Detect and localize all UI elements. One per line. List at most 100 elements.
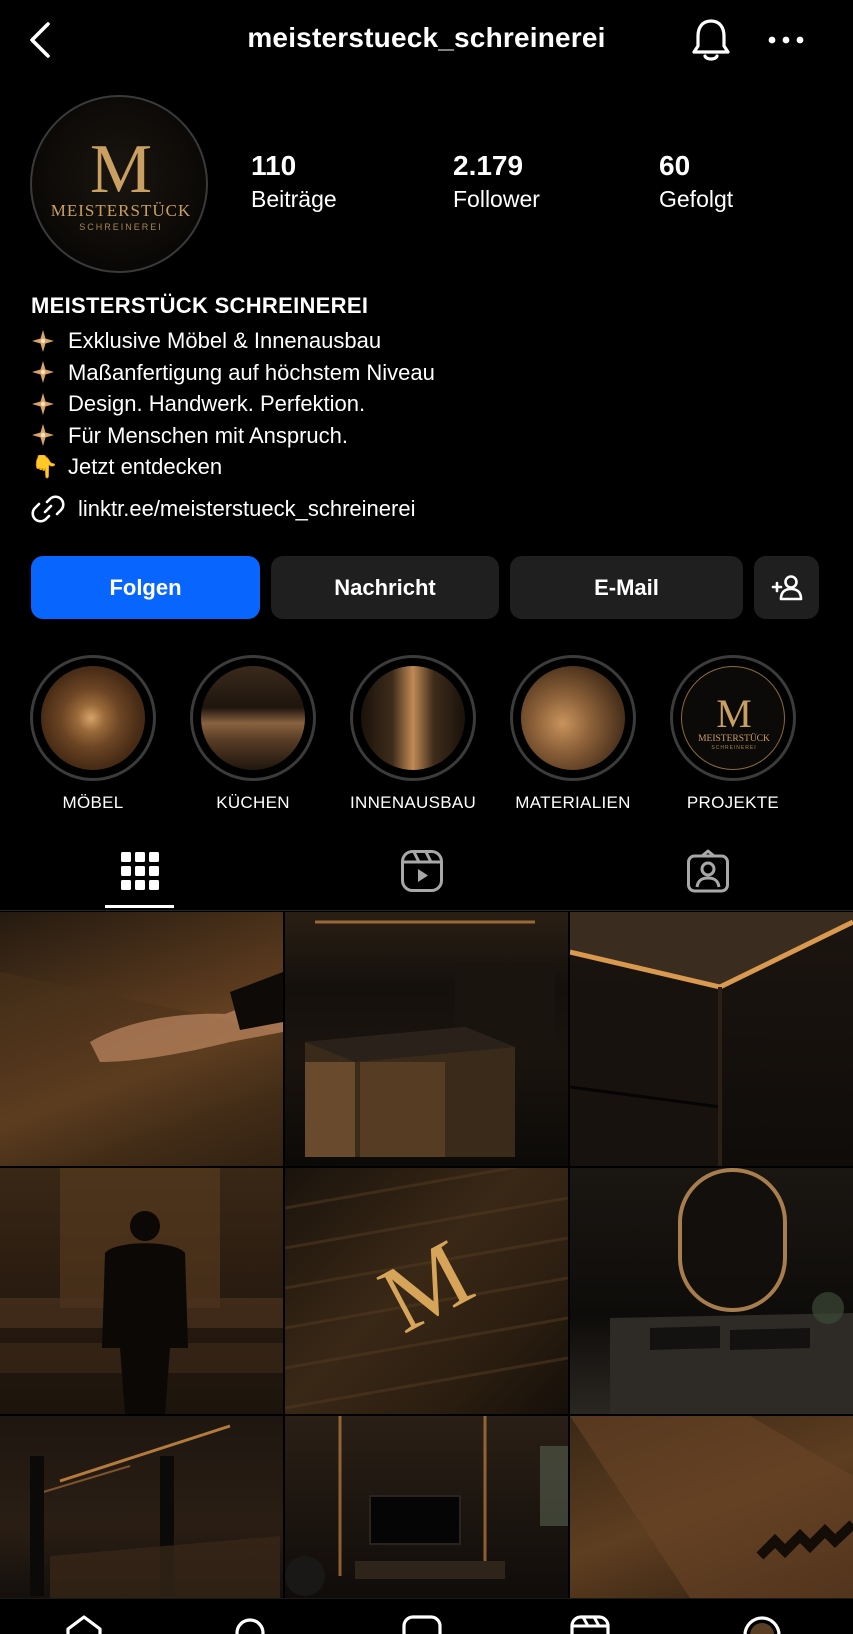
highlight-image bbox=[361, 666, 465, 770]
tab-divider bbox=[0, 910, 853, 911]
bio: MEISTERSTÜCK SCHREINEREI Exklusive Möbel… bbox=[31, 292, 821, 483]
highlight-ring bbox=[190, 655, 316, 781]
projekte-logo: M MEISTERSTÜCK SCHREINEREI bbox=[698, 691, 770, 751]
reels-nav-icon[interactable] bbox=[568, 1613, 612, 1634]
highlight-image: M MEISTERSTÜCK SCHREINEREI bbox=[681, 666, 785, 770]
bio-line-text: Für Menschen mit Anspruch. bbox=[68, 422, 349, 448]
top-bar: meisterstueck_schreinerei bbox=[0, 0, 853, 82]
bell-icon[interactable] bbox=[688, 16, 734, 64]
highlight-ring: M MEISTERSTÜCK SCHREINEREI bbox=[670, 655, 796, 781]
post-image bbox=[29, 1424, 280, 1598]
post-tile[interactable]: M bbox=[285, 1168, 568, 1414]
post-image bbox=[570, 912, 853, 1166]
post-tile[interactable] bbox=[0, 1416, 283, 1598]
create-post-icon[interactable] bbox=[400, 1613, 444, 1634]
stat-posts[interactable]: 110 Beiträge bbox=[251, 150, 337, 216]
bio-line: Exklusive Möbel & Innenausbau bbox=[31, 325, 821, 357]
post-tile[interactable] bbox=[570, 1416, 853, 1598]
post-monogram: M bbox=[363, 1219, 489, 1354]
sparkle-icon bbox=[32, 392, 54, 415]
highlight-moebel[interactable]: MÖBEL bbox=[30, 655, 156, 813]
link-icon bbox=[31, 495, 65, 523]
add-person-icon bbox=[771, 574, 802, 600]
stat-followers-label: Follower bbox=[453, 186, 540, 212]
message-button[interactable]: Nachricht bbox=[271, 556, 499, 619]
sparkle-icon bbox=[32, 329, 54, 352]
stat-following[interactable]: 60 Gefolgt bbox=[659, 150, 733, 216]
projekte-brand: MEISTERSTÜCK bbox=[698, 732, 770, 744]
highlight-ring bbox=[510, 655, 636, 781]
reels-icon bbox=[400, 850, 443, 892]
highlight-ring bbox=[30, 655, 156, 781]
projekte-monogram: M bbox=[716, 691, 752, 736]
profile-tabs bbox=[0, 830, 853, 912]
highlight-projekte[interactable]: M MEISTERSTÜCK SCHREINEREI PROJEKTE bbox=[670, 655, 796, 813]
post-tile[interactable] bbox=[570, 912, 853, 1166]
tab-grid[interactable] bbox=[0, 830, 280, 912]
bio-line-text: Maßanfertigung auf höchstem Niveau bbox=[68, 359, 435, 385]
stat-followers[interactable]: 2.179 Follower bbox=[453, 150, 540, 216]
tagged-icon bbox=[687, 849, 729, 893]
post-image: M bbox=[285, 1168, 568, 1410]
highlight-image bbox=[201, 666, 305, 770]
post-image bbox=[610, 1168, 853, 1414]
bio-line: Maßanfertigung auf höchstem Niveau bbox=[31, 357, 821, 389]
bio-link-text[interactable]: linktr.ee/meisterstueck_schreinerei bbox=[78, 496, 415, 522]
highlight-image bbox=[41, 666, 145, 770]
bio-line-cta: 👇 Jetzt entdecken bbox=[31, 451, 821, 483]
post-image bbox=[570, 1416, 853, 1598]
highlight-label: MÖBEL bbox=[62, 793, 124, 812]
post-tile[interactable] bbox=[0, 912, 283, 1166]
stat-posts-label: Beiträge bbox=[251, 186, 337, 212]
follow-button[interactable]: Folgen bbox=[31, 556, 260, 619]
stat-following-label: Gefolgt bbox=[659, 186, 734, 212]
bio-line-text: Exklusive Möbel & Innenausbau bbox=[68, 328, 382, 353]
post-tile[interactable] bbox=[0, 1168, 283, 1414]
post-image bbox=[305, 920, 555, 1157]
bio-link[interactable]: linktr.ee/meisterstueck_schreinerei bbox=[31, 492, 415, 526]
highlight-label: PROJEKTE bbox=[686, 793, 780, 812]
bio-name: MEISTERSTÜCK SCHREINEREI bbox=[31, 293, 369, 318]
post-tile[interactable] bbox=[570, 1168, 853, 1414]
stat-followers-value: 2.179 bbox=[453, 150, 524, 181]
more-options-icon[interactable] bbox=[764, 28, 808, 52]
grid-icon bbox=[121, 852, 159, 890]
pointing-down-icon: 👇 bbox=[31, 454, 59, 479]
active-tab-indicator bbox=[105, 905, 174, 908]
sparkle-icon bbox=[32, 424, 54, 447]
highlight-label: MATERIALIEN bbox=[515, 793, 631, 812]
projekte-sub: SCHREINEREI bbox=[711, 745, 756, 751]
highlight-label: KÜCHEN bbox=[216, 793, 290, 812]
tab-reels[interactable] bbox=[280, 830, 563, 912]
home-icon[interactable] bbox=[62, 1613, 106, 1634]
tab-tagged[interactable] bbox=[563, 830, 853, 912]
post-tile[interactable] bbox=[285, 1416, 568, 1598]
avatar-monogram: M bbox=[90, 131, 152, 208]
bottom-navigation bbox=[0, 1598, 853, 1634]
avatar-brand: MEISTERSTÜCK bbox=[51, 201, 191, 220]
stat-posts-value: 110 bbox=[251, 150, 297, 181]
highlight-image bbox=[521, 666, 625, 770]
profile-nav-icon[interactable] bbox=[740, 1613, 784, 1634]
post-image bbox=[285, 1416, 568, 1596]
highlight-ring bbox=[350, 655, 476, 781]
post-image bbox=[0, 972, 283, 1166]
post-tile[interactable] bbox=[285, 912, 568, 1166]
bio-line-text: Design. Handwerk. Perfektion. bbox=[68, 391, 366, 416]
search-icon[interactable] bbox=[230, 1613, 274, 1634]
email-button[interactable]: E-Mail bbox=[510, 556, 743, 619]
stat-following-value: 60 bbox=[659, 150, 691, 181]
sparkle-icon bbox=[32, 361, 54, 384]
profile-avatar[interactable]: M MEISTERSTÜCK SCHREINEREI bbox=[30, 95, 208, 273]
post-image bbox=[0, 1168, 283, 1414]
bio-cta-text: Jetzt entdecken bbox=[68, 454, 223, 479]
bio-line: Design. Handwerk. Perfektion. bbox=[31, 388, 821, 420]
highlight-kuechen[interactable]: KÜCHEN bbox=[190, 655, 316, 813]
avatar-sub: SCHREINEREI bbox=[79, 222, 163, 232]
bio-line: Für Menschen mit Anspruch. bbox=[31, 420, 821, 452]
add-person-button[interactable] bbox=[754, 556, 819, 619]
highlight-label: INNENAUSBAU bbox=[350, 793, 477, 812]
highlight-materialien[interactable]: MATERIALIEN bbox=[510, 655, 636, 813]
avatar-logo: M MEISTERSTÜCK SCHREINEREI bbox=[51, 131, 191, 232]
highlight-innenausbau[interactable]: INNENAUSBAU bbox=[350, 655, 476, 813]
